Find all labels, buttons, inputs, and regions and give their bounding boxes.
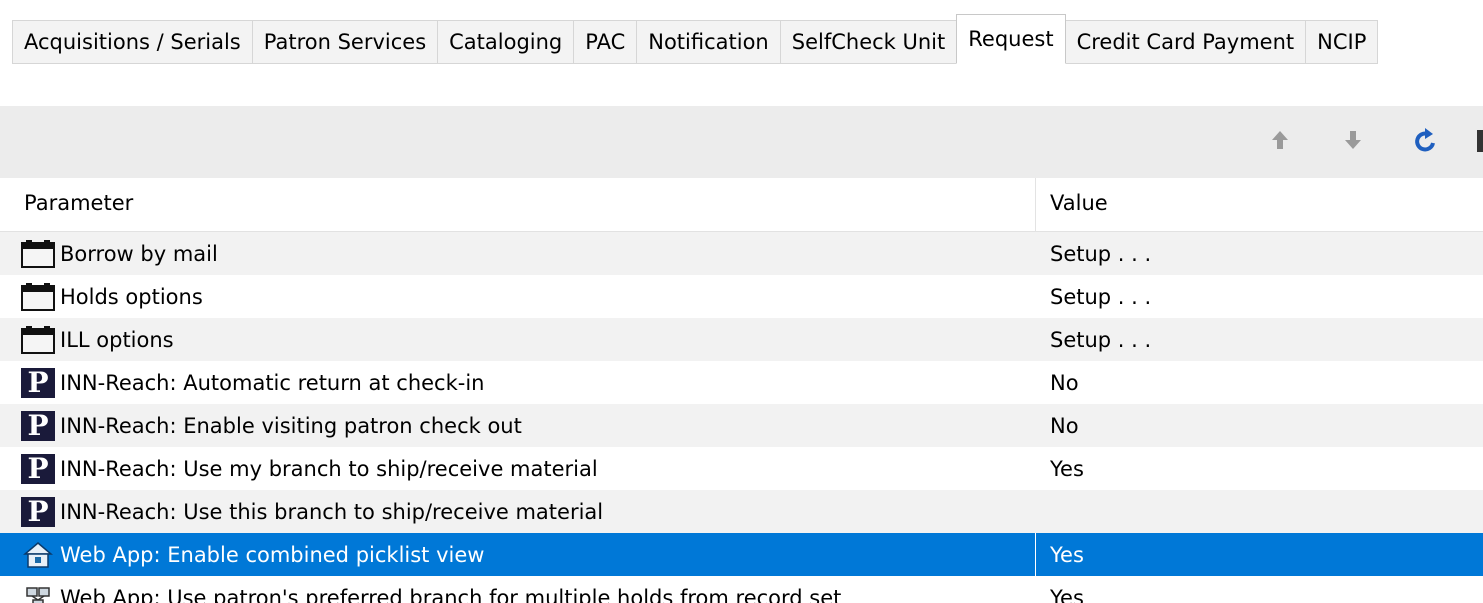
value-cell[interactable]: No [1050, 404, 1079, 447]
parameter-cell: P INN-Reach: Automatic return at check-i… [20, 361, 484, 404]
tab-strip: Acquisitions / Serials Patron Services C… [0, 0, 1483, 64]
network-icon [20, 583, 56, 603]
parameter-label: ILL options [60, 327, 174, 352]
toolbar-overflow-icon[interactable] [1477, 130, 1483, 152]
parameter-grid: Parameter Value Borrow by mail Setup . .… [0, 178, 1483, 603]
column-divider [1035, 533, 1036, 576]
parameter-label: INN-Reach: Enable visiting patron check … [60, 413, 522, 438]
table-row[interactable]: P INN-Reach: Use this branch to ship/rec… [0, 490, 1483, 533]
value-cell[interactable]: Yes [1050, 447, 1084, 490]
parameter-label: Holds options [60, 284, 203, 309]
parameter-label: Web App: Use patron's preferred branch f… [60, 585, 842, 603]
parameter-cell: P INN-Reach: Enable visiting patron chec… [20, 404, 522, 447]
polaris-p-icon: P [20, 367, 56, 398]
table-row[interactable]: P INN-Reach: Enable visiting patron chec… [0, 404, 1483, 447]
parameter-label: INN-Reach: Automatic return at check-in [60, 370, 485, 395]
parameter-label: Borrow by mail [60, 241, 218, 266]
folder-icon [20, 239, 56, 269]
tab-credit-card-payment[interactable]: Credit Card Payment [1065, 20, 1306, 64]
value-cell[interactable]: Setup . . . [1050, 232, 1151, 275]
tab-acquisitions-serials[interactable]: Acquisitions / Serials [12, 20, 252, 64]
folder-icon [20, 325, 56, 355]
folder-icon [20, 282, 56, 312]
branch-house-icon [20, 540, 56, 570]
arrow-down-icon[interactable] [1337, 122, 1369, 158]
parameter-cell: Web App: Enable combined picklist view [20, 533, 484, 576]
table-row[interactable]: P INN-Reach: Use my branch to ship/recei… [0, 447, 1483, 490]
tab-cataloging[interactable]: Cataloging [437, 20, 574, 64]
toolbar [0, 106, 1483, 178]
polaris-p-icon: P [20, 410, 56, 441]
parameter-cell: P INN-Reach: Use this branch to ship/rec… [20, 490, 603, 533]
refresh-icon[interactable] [1410, 122, 1442, 158]
table-row[interactable]: P INN-Reach: Automatic return at check-i… [0, 361, 1483, 404]
column-divider[interactable] [1035, 178, 1036, 232]
value-cell[interactable]: Yes [1050, 576, 1084, 603]
tab-selfcheck-unit[interactable]: SelfCheck Unit [779, 20, 957, 64]
polaris-p-icon: P [20, 496, 56, 527]
tab-pac[interactable]: PAC [573, 20, 637, 64]
table-row[interactable]: ILL options Setup . . . [0, 318, 1483, 361]
table-row[interactable]: Holds options Setup . . . [0, 275, 1483, 318]
table-row[interactable]: Borrow by mail Setup . . . [0, 232, 1483, 275]
column-header-value[interactable]: Value [1050, 191, 1108, 215]
parameter-label: INN-Reach: Use my branch to ship/receive… [60, 456, 598, 481]
table-row[interactable]: Web App: Use patron's preferred branch f… [0, 576, 1483, 603]
parameter-label: INN-Reach: Use this branch to ship/recei… [60, 499, 604, 524]
grid-header: Parameter Value [0, 178, 1483, 232]
value-cell[interactable]: Setup . . . [1050, 318, 1151, 361]
tab-ncip[interactable]: NCIP [1305, 20, 1379, 64]
value-cell[interactable]: Yes [1050, 533, 1084, 576]
tab-notification[interactable]: Notification [636, 20, 780, 64]
parameter-cell: Holds options [20, 275, 203, 318]
table-row-selected[interactable]: Web App: Enable combined picklist view Y… [0, 533, 1483, 576]
tab-content-spacer [0, 64, 1483, 106]
value-cell[interactable]: No [1050, 361, 1079, 404]
parameter-cell: ILL options [20, 318, 174, 361]
column-header-parameter[interactable]: Parameter [24, 191, 133, 215]
parameter-cell: P INN-Reach: Use my branch to ship/recei… [20, 447, 598, 490]
parameter-cell: Borrow by mail [20, 232, 218, 275]
tab-request[interactable]: Request [956, 14, 1066, 64]
parameter-label: Web App: Enable combined picklist view [60, 542, 485, 567]
parameter-cell: Web App: Use patron's preferred branch f… [20, 576, 841, 603]
tab-list: Acquisitions / Serials Patron Services C… [12, 14, 1379, 64]
tab-patron-services[interactable]: Patron Services [251, 20, 438, 64]
polaris-p-icon: P [20, 453, 56, 484]
arrow-up-icon[interactable] [1264, 122, 1296, 158]
value-cell[interactable]: Setup . . . [1050, 275, 1151, 318]
